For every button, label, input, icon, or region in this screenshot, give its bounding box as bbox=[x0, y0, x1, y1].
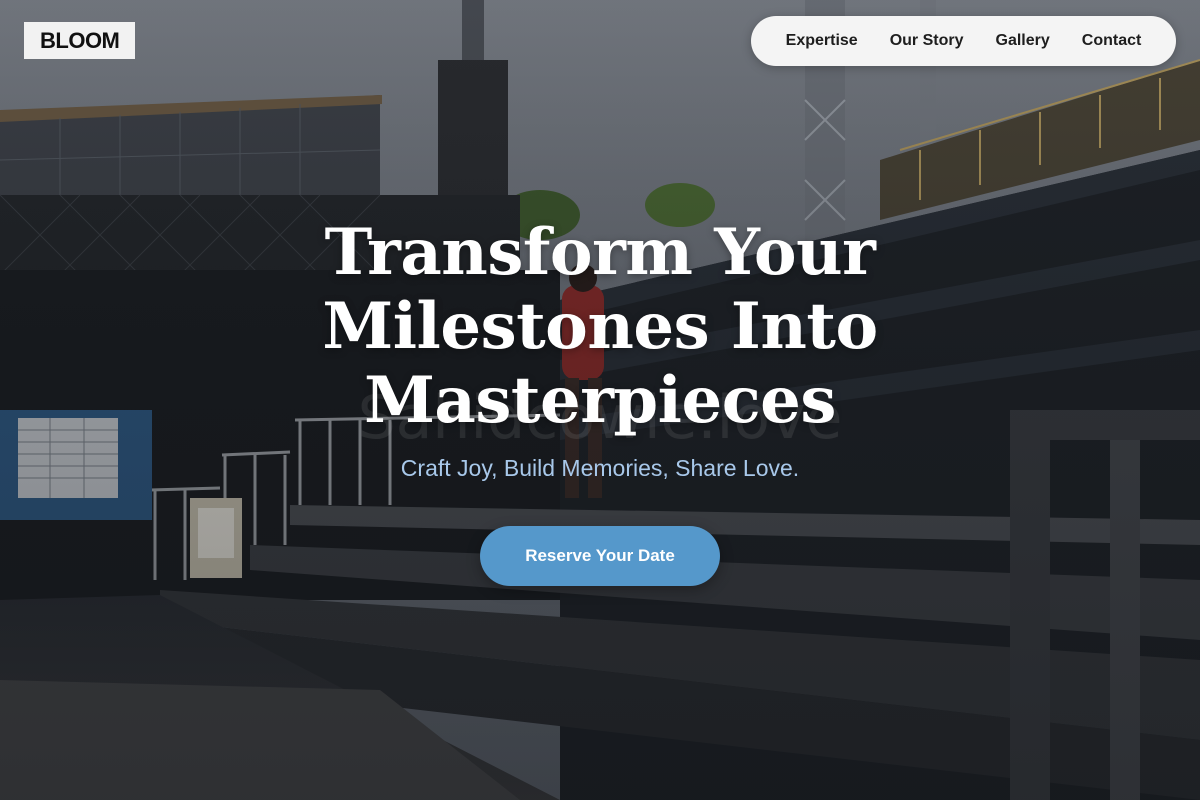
hero-title: Transform Your Milestones Into Masterpie… bbox=[200, 216, 1000, 438]
nav-item-gallery[interactable]: Gallery bbox=[996, 32, 1050, 50]
nav-item-contact[interactable]: Contact bbox=[1082, 32, 1142, 50]
reserve-date-button[interactable]: Reserve Your Date bbox=[480, 526, 720, 586]
nav-item-expertise[interactable]: Expertise bbox=[786, 32, 858, 50]
hero-title-line-2: Milestones Into bbox=[322, 289, 878, 364]
nav-item-our-story[interactable]: Our Story bbox=[890, 32, 964, 50]
main-nav: Expertise Our Story Gallery Contact bbox=[751, 16, 1176, 66]
brand-logo[interactable]: BLOOM bbox=[24, 22, 136, 59]
hero-subtitle: Craft Joy, Build Memories, Share Love. bbox=[400, 455, 800, 481]
hero-title-line-1: Transform Your bbox=[324, 215, 876, 290]
hero-title-line-3: Masterpieces bbox=[364, 363, 836, 438]
